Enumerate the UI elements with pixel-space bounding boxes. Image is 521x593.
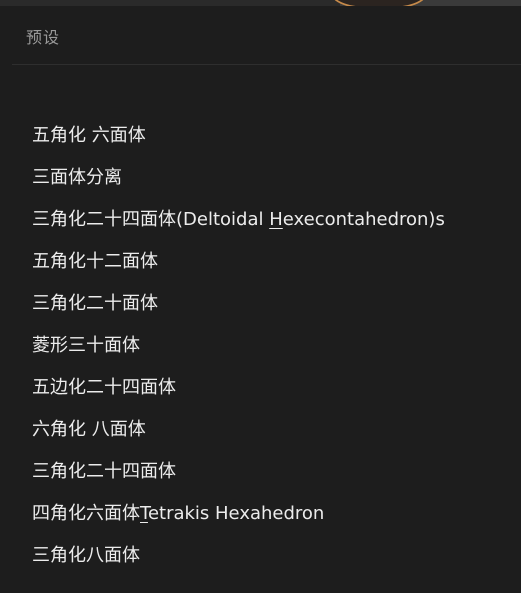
preset-item[interactable]: 四角化六面体Tetrakis Hexahedron <box>32 494 324 534</box>
preset-label: execontahedron)s <box>282 209 445 230</box>
presets-window: 预设 五角化 六面体 三面体分离 三角化二十四面体(Deltoidal Hexe… <box>0 0 521 593</box>
preset-label: 四角化六面体 <box>32 503 140 524</box>
preset-item[interactable]: 五角化 六面体 <box>32 116 146 156</box>
preset-item[interactable]: 五边化二十四面体 <box>32 368 176 408</box>
preset-item[interactable]: 菱形三十面体 <box>32 326 140 366</box>
preset-label: 三角化八面体 <box>32 545 140 566</box>
preset-label: 三角化二十四面体(Deltoidal <box>32 209 270 230</box>
preset-label-accelerator: T <box>140 503 148 524</box>
preset-label: 三角化二十四面体 <box>32 461 176 482</box>
preset-item[interactable]: 三角化八面体 <box>32 536 140 576</box>
preset-label: 五角化 六面体 <box>32 125 146 146</box>
preset-item[interactable]: 五角化十二面体 <box>32 242 158 282</box>
panel-header: 预设 <box>12 6 521 65</box>
presets-panel: 预设 五角化 六面体 三面体分离 三角化二十四面体(Deltoidal Hexe… <box>0 6 521 593</box>
preset-label: 菱形三十面体 <box>32 335 140 356</box>
preset-label: 五边化二十四面体 <box>32 377 176 398</box>
preset-item[interactable]: 三面体分离 <box>32 158 122 198</box>
preset-label: etrakis Hexahedron <box>147 503 325 524</box>
preset-label: 三角化二十面体 <box>32 293 158 314</box>
preset-item[interactable]: 六角化 八面体 <box>32 410 146 450</box>
preset-label: 三面体分离 <box>32 167 122 188</box>
preset-label: 五角化十二面体 <box>32 251 158 272</box>
panel-title: 预设 <box>26 28 61 47</box>
preset-item[interactable]: 三角化二十四面体(Deltoidal Hexecontahedron)s <box>32 200 445 240</box>
preset-label: 六角化 八面体 <box>32 419 146 440</box>
preset-label-accelerator: H <box>269 209 283 230</box>
preset-item[interactable]: 三角化二十四面体 <box>32 452 176 492</box>
preset-item[interactable]: 三角化二十面体 <box>32 284 158 324</box>
